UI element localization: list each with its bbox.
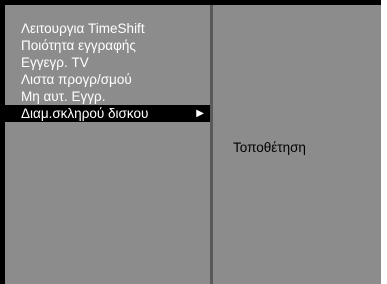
submenu-item-label: Τοποθέτηση [233,140,306,155]
submenu-list: Τοποθέτηση [213,139,381,156]
menu-item-label: Διαμ.σκληρού δισκου [21,106,149,121]
submenu-panel: Τοποθέτηση [213,5,381,284]
menu-item-manual-recording[interactable]: Μη αυτ. Εγγρ. [5,88,210,105]
menu-item-recording-quality[interactable]: Ποιότητα εγγραφής [5,37,210,54]
tv-menu-frame: Λειτουργια TimeShift Ποιότητα εγγραφής Ε… [0,0,381,284]
menu-item-recorded-tv[interactable]: Εγγεγρ. TV [5,54,210,71]
menu-item-hard-disk-config[interactable]: Διαμ.σκληρού δισκου ▶ [5,105,210,122]
menu-item-timeshift-mode[interactable]: Λειτουργια TimeShift [5,20,210,37]
menu-item-label: Μη αυτ. Εγγρ. [21,89,106,104]
main-menu-panel: Λειτουργια TimeShift Ποιότητα εγγραφής Ε… [5,5,213,284]
menu-item-label: Ποιότητα εγγραφής [21,38,136,53]
main-menu-list: Λειτουργια TimeShift Ποιότητα εγγραφής Ε… [5,20,210,122]
menu-item-label: Εγγεγρ. TV [21,55,89,70]
chevron-right-icon: ▶ [196,108,204,119]
menu-item-schedule-list[interactable]: Λιστα προγρ/σμού [5,71,210,88]
menu-item-label: Λειτουργια TimeShift [21,21,145,36]
menu-item-label: Λιστα προγρ/σμού [21,72,132,87]
submenu-item-setup[interactable]: Τοποθέτηση [213,139,381,156]
